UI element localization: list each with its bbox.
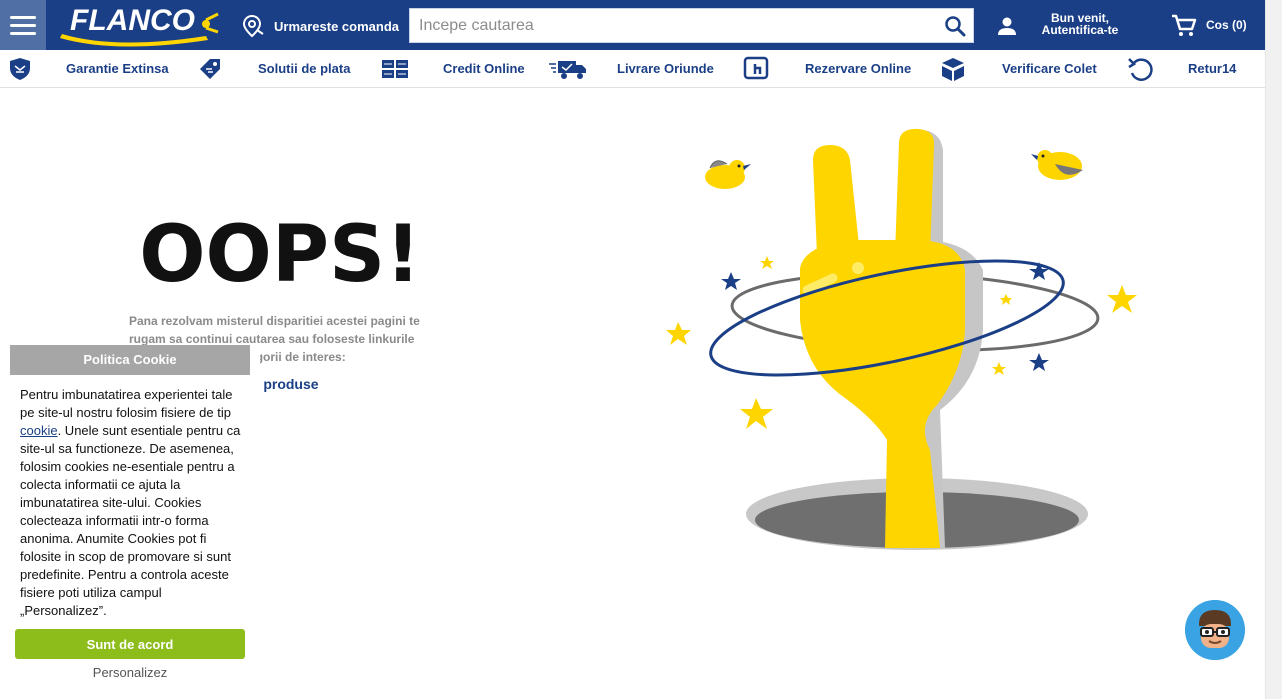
service-payment-solutions[interactable]: Solutii de plata	[258, 61, 350, 76]
menu-line	[10, 31, 36, 35]
star-icon	[760, 256, 774, 269]
service-extended-warranty[interactable]: Garantie Extinsa	[66, 61, 169, 76]
cookie-policy-link[interactable]: cookie	[20, 423, 58, 438]
track-order-link[interactable]: Urmareste comanda	[242, 12, 399, 40]
money-stack-icon[interactable]	[375, 55, 415, 83]
cookie-text-end: . Unele sunt esentiale pentru ca site-ul…	[20, 423, 241, 618]
page: FLANCO Urmareste comanda Bun venit,	[0, 0, 1282, 699]
service-package-check[interactable]: Verificare Colet	[1002, 61, 1097, 76]
star-icon	[992, 362, 1006, 375]
card-tag-icon[interactable]	[190, 55, 230, 83]
error-title: OOPS!	[139, 210, 421, 300]
search-box	[409, 8, 974, 43]
track-order-label: Urmareste comanda	[274, 18, 399, 34]
menu-line	[10, 23, 36, 27]
chat-assistant-avatar-icon[interactable]	[1185, 600, 1245, 660]
unplugged-illustration	[666, 128, 1137, 550]
shield-icon[interactable]	[0, 55, 40, 83]
cart-link[interactable]: Cos (0)	[1206, 18, 1247, 32]
cookie-text-start: Pentru imbunatatirea experientei tale pe…	[20, 387, 233, 420]
service-online-credit[interactable]: Credit Online	[443, 61, 525, 76]
account-link[interactable]: Bun venit, Autentifica-te	[1030, 12, 1130, 36]
cookie-text: Pentru imbunatatirea experientei tale pe…	[20, 386, 245, 620]
touch-reserve-icon[interactable]	[736, 55, 776, 83]
delivery-truck-icon[interactable]	[548, 55, 588, 83]
cookie-consent-panel: Politica Cookie Pentru imbunatatirea exp…	[0, 345, 260, 699]
service-return-14[interactable]: Retur14	[1188, 61, 1236, 76]
service-online-reservation[interactable]: Rezervare Online	[805, 61, 911, 76]
account-login-label: Autentifica-te	[1041, 23, 1119, 37]
star-icon	[740, 398, 773, 429]
menu-line	[10, 15, 36, 19]
service-delivery-anywhere[interactable]: Livrare Oriunde	[617, 61, 714, 76]
flanco-logo[interactable]: FLANCO	[56, 0, 226, 48]
search-input[interactable]	[410, 9, 935, 42]
location-pin-icon	[242, 14, 264, 38]
star-icon	[1107, 285, 1137, 313]
logo-text: FLANCO	[70, 4, 195, 37]
star-icon	[721, 272, 741, 290]
star-icon	[666, 322, 691, 345]
cart-icon[interactable]	[1171, 14, 1197, 38]
hamburger-menu-button[interactable]	[0, 0, 46, 50]
cookie-title: Politica Cookie	[10, 345, 250, 375]
star-icon	[1000, 294, 1012, 305]
page-scrollbar[interactable]	[1265, 0, 1282, 699]
search-icon[interactable]	[943, 14, 967, 38]
bird-right-icon	[1031, 150, 1083, 180]
accept-cookies-button[interactable]: Sunt de acord	[15, 629, 245, 659]
bird-left-icon	[705, 160, 751, 189]
star-icon	[1029, 353, 1049, 371]
return-arrow-icon[interactable]	[1121, 55, 1161, 83]
user-icon[interactable]	[996, 15, 1018, 37]
personalize-cookies-link[interactable]: Personalizez	[15, 665, 245, 680]
services-nav: Garantie Extinsa Solutii de plata Credit…	[0, 50, 1265, 88]
package-box-icon[interactable]	[933, 55, 973, 83]
top-header: FLANCO Urmareste comanda Bun venit,	[0, 0, 1265, 50]
